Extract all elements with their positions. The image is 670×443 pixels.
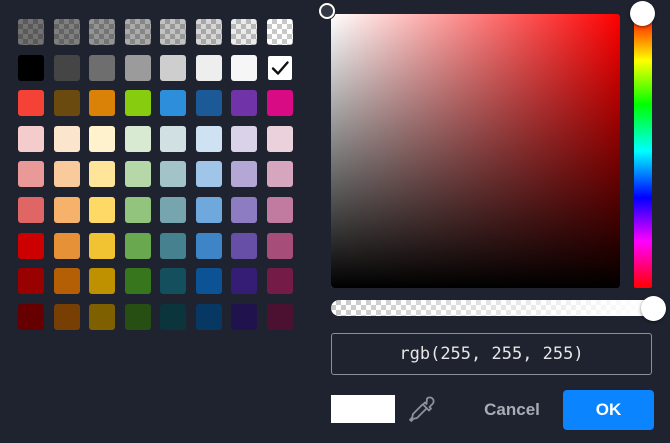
swatch[interactable] [196, 304, 222, 330]
swatch[interactable] [18, 304, 44, 330]
swatch[interactable] [267, 197, 293, 223]
swatch[interactable] [89, 268, 115, 294]
eyedropper-button[interactable] [407, 394, 437, 424]
swatch[interactable] [125, 268, 151, 294]
swatch[interactable] [54, 268, 80, 294]
swatch[interactable] [18, 197, 44, 223]
swatch-transparent[interactable] [89, 19, 115, 45]
swatch[interactable] [54, 304, 80, 330]
swatch[interactable] [18, 268, 44, 294]
swatch-transparent[interactable] [125, 19, 151, 45]
swatch[interactable] [89, 161, 115, 187]
swatch[interactable] [54, 90, 80, 116]
swatch[interactable] [125, 233, 151, 259]
swatch[interactable] [89, 197, 115, 223]
swatch-transparent[interactable] [196, 19, 222, 45]
swatch[interactable] [160, 126, 186, 152]
color-value-input[interactable] [331, 333, 652, 375]
swatch[interactable] [125, 90, 151, 116]
swatch[interactable] [160, 90, 186, 116]
swatch[interactable] [125, 304, 151, 330]
alpha-slider[interactable] [331, 300, 653, 316]
swatch[interactable] [267, 268, 293, 294]
swatch[interactable] [54, 197, 80, 223]
swatch[interactable] [160, 55, 186, 81]
swatch[interactable] [231, 161, 257, 187]
swatch[interactable] [231, 268, 257, 294]
swatch[interactable] [196, 268, 222, 294]
swatch[interactable] [54, 126, 80, 152]
swatch-transparent[interactable] [231, 19, 257, 45]
swatch[interactable] [160, 304, 186, 330]
swatch[interactable] [160, 233, 186, 259]
swatch[interactable] [89, 233, 115, 259]
swatch[interactable] [267, 126, 293, 152]
swatch[interactable] [89, 126, 115, 152]
swatch[interactable] [231, 90, 257, 116]
check-icon [268, 56, 292, 80]
swatch[interactable] [196, 161, 222, 187]
swatch[interactable] [231, 126, 257, 152]
eyedropper-icon [409, 396, 435, 422]
swatch[interactable] [267, 233, 293, 259]
swatch[interactable] [18, 161, 44, 187]
saturation-value-handle[interactable] [319, 3, 335, 19]
swatch[interactable] [267, 161, 293, 187]
swatch-transparent[interactable] [267, 19, 293, 45]
swatch[interactable] [231, 197, 257, 223]
swatch[interactable] [54, 55, 80, 81]
saturation-value-area[interactable] [331, 14, 620, 288]
swatch[interactable] [125, 197, 151, 223]
swatch[interactable] [160, 197, 186, 223]
hue-slider-handle[interactable] [630, 1, 655, 26]
swatch[interactable] [125, 161, 151, 187]
swatch-transparent[interactable] [54, 19, 80, 45]
swatch[interactable] [231, 233, 257, 259]
swatch[interactable] [18, 126, 44, 152]
swatch[interactable] [18, 55, 44, 81]
swatch[interactable] [160, 268, 186, 294]
swatch[interactable] [231, 55, 257, 81]
swatch[interactable] [196, 233, 222, 259]
swatch[interactable] [89, 90, 115, 116]
swatch[interactable] [160, 161, 186, 187]
swatch[interactable] [125, 126, 151, 152]
swatch-transparent[interactable] [18, 19, 44, 45]
swatch[interactable] [267, 304, 293, 330]
swatch[interactable] [196, 197, 222, 223]
swatch[interactable] [125, 55, 151, 81]
swatch[interactable] [267, 90, 293, 116]
swatch-transparent[interactable] [160, 19, 186, 45]
hue-slider[interactable] [634, 14, 652, 288]
swatch[interactable] [54, 233, 80, 259]
swatch[interactable] [89, 304, 115, 330]
swatch[interactable] [89, 55, 115, 81]
swatch[interactable] [18, 233, 44, 259]
alpha-slider-handle[interactable] [641, 296, 666, 321]
swatch[interactable] [196, 126, 222, 152]
swatch[interactable] [267, 55, 293, 81]
swatch[interactable] [231, 304, 257, 330]
swatch[interactable] [196, 55, 222, 81]
cancel-button[interactable]: Cancel [474, 391, 550, 429]
swatch[interactable] [196, 90, 222, 116]
swatch[interactable] [54, 161, 80, 187]
ok-button[interactable]: OK [563, 390, 654, 430]
color-preview [331, 395, 395, 423]
swatch[interactable] [18, 90, 44, 116]
